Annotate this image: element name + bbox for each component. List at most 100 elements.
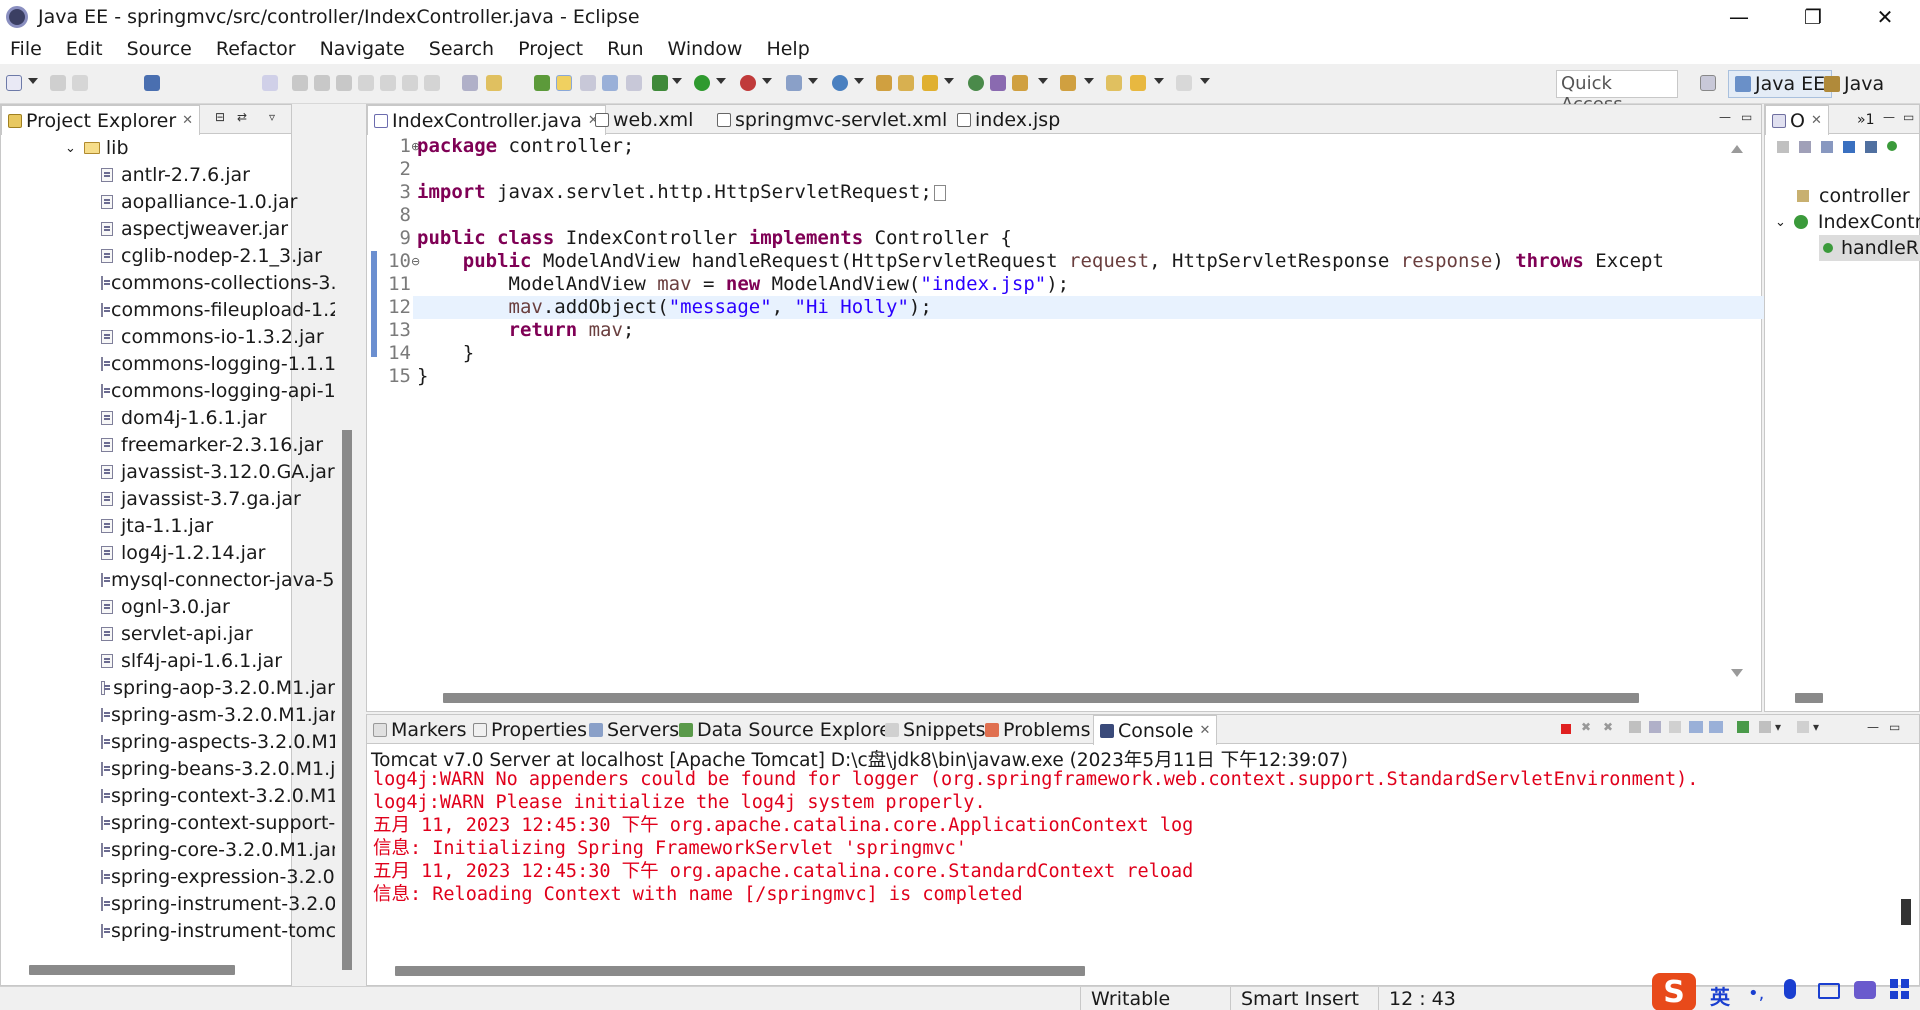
forward-dropdown-icon[interactable] [1200,78,1210,84]
menu-navigate[interactable]: Navigate [308,38,417,60]
show-stderr-icon[interactable] [1709,721,1723,733]
remove-launch-icon[interactable]: ✖ [1581,721,1595,733]
tree-item-jar[interactable]: spring-context-support- [101,810,335,836]
tab-web-xml[interactable]: web.xml [589,105,699,134]
tree-item-jar[interactable]: ognl-3.0.jar [101,594,335,620]
menu-file[interactable]: File [0,38,54,60]
open-console-icon[interactable] [1797,721,1809,733]
chevron-down-icon[interactable]: ⌄ [65,141,76,156]
tree-item-jar[interactable]: commons-collections-3.1 [101,270,335,296]
tree-item-jar[interactable]: commons-logging-1.1.1. [101,351,335,377]
sort-icon[interactable] [1777,141,1789,153]
menu-run[interactable]: Run [595,38,655,60]
tree-item-jar[interactable]: mysql-connector-java-5. [101,567,335,593]
grid-menu-icon[interactable] [1890,979,1910,999]
clear-console-icon[interactable] [1629,721,1641,733]
outline-item-method[interactable]: handleR [1819,235,1920,261]
minimize-editor-icon[interactable]: — [1719,111,1733,123]
tree-item-jar[interactable]: javassist-3.7.ga.jar [101,486,335,512]
server-dropdown-icon[interactable] [808,78,818,84]
toggle-block-icon[interactable] [462,75,478,91]
debug-icon[interactable] [652,75,668,91]
next-annotation-icon[interactable] [534,75,550,91]
menu-source[interactable]: Source [115,38,204,60]
remove-all-icon[interactable]: ✖ [1603,721,1617,733]
open-console-icon[interactable] [144,75,160,91]
code-line-1[interactable]: package controller; [417,135,634,158]
tab-project-explorer[interactable]: Project Explorer ✕ [1,105,201,135]
save-icon[interactable] [50,75,66,91]
project-explorer-hscroll[interactable] [29,965,235,975]
back-dropdown-icon[interactable] [1154,78,1164,84]
terminate-icon[interactable] [1561,724,1571,734]
step-over-icon[interactable] [402,75,418,91]
tree-item-jar[interactable]: spring-aop-3.2.0.M1.jar [101,675,335,701]
menu-window[interactable]: Window [656,38,755,60]
prev-annotation-dropdown-icon[interactable] [1084,78,1094,84]
tab-snippets[interactable]: Snippets [879,715,992,744]
tab-springmvc-servlet-xml[interactable]: springmvc-servlet.xml [711,105,953,134]
back-icon[interactable] [1130,75,1146,91]
microphone-icon[interactable] [1784,979,1796,999]
outline-item-class[interactable]: ⌄ IndexContr [1775,209,1920,235]
globe-icon[interactable] [968,75,984,91]
scroll-lock-icon[interactable] [1649,721,1661,733]
tree-item-jar[interactable]: dom4j-1.6.1.jar [101,405,335,431]
suspend-icon[interactable] [314,75,330,91]
code-line-10[interactable]: public ModelAndView handleRequest(HttpSe… [417,250,1664,273]
hide-nonpublic-icon[interactable] [1843,141,1855,153]
mark-occurrences-icon[interactable] [486,75,502,91]
tree-item-jar[interactable]: aopalliance-1.0.jar [101,189,335,215]
menu-help[interactable]: Help [754,38,821,60]
new-icon[interactable] [6,75,22,91]
new-dropdown-icon[interactable] [28,78,38,84]
terminate-icon[interactable] [336,75,352,91]
maximize-button[interactable]: ❐ [1778,0,1848,34]
display-console-icon[interactable] [1759,721,1771,733]
menu-search[interactable]: Search [417,38,506,60]
scroll-up-icon[interactable] [1731,145,1743,153]
next-edit-icon[interactable] [1012,75,1028,91]
code-line-11[interactable]: ModelAndView mav = new ModelAndView("ind… [417,273,1070,296]
open-type-icon[interactable] [876,75,892,91]
editor-hscroll[interactable] [443,693,1639,703]
skip-breakpoints-icon[interactable] [262,75,278,91]
open-console-dropdown-icon[interactable]: ▾ [1813,721,1827,733]
collapse-all-icon[interactable]: ⊟ [215,111,229,123]
tree-item-jar[interactable]: spring-context-3.2.0.M1. [101,783,335,809]
word-wrap-icon[interactable] [1669,721,1681,733]
minimize-outline-icon[interactable]: — [1883,111,1897,123]
code-line-9[interactable]: public class IndexController implements … [417,227,1012,250]
highlight-icon[interactable] [556,75,572,91]
tree-item-jar[interactable]: commons-logging-api-1 [101,378,335,404]
pilcrow-icon[interactable] [626,75,642,91]
menu-project[interactable]: Project [506,38,595,60]
menu-edit[interactable]: Edit [54,38,115,60]
server-icon[interactable] [786,75,802,91]
folded-block-icon[interactable] [933,184,946,201]
code-line-13[interactable]: return mav; [417,319,635,342]
tree-item-jar[interactable]: cglib-nodep-2.1_3.jar [101,243,335,269]
run-dropdown-icon[interactable] [716,78,726,84]
minimize-button[interactable]: — [1704,0,1774,34]
search-dropdown-icon[interactable] [944,78,954,84]
maximize-outline-icon[interactable]: ▭ [1903,111,1917,123]
code-line-3[interactable]: import javax.servlet.http.HttpServletReq… [417,181,946,204]
block-selection-icon[interactable] [602,75,618,91]
perspective-java[interactable]: Java [1818,70,1890,98]
new-java-class-icon[interactable] [832,75,848,91]
tree-item-jar[interactable]: javassist-3.12.0.GA.jar [101,459,335,485]
hide-fields-icon[interactable] [1799,141,1811,153]
tree-item-jar[interactable]: jta-1.1.jar [101,513,335,539]
project-explorer-vscroll[interactable] [342,430,352,970]
tab-console[interactable]: Console ✕ [1093,715,1218,745]
last-edit-location-icon[interactable] [1106,75,1122,91]
tab-overflow[interactable]: »1 [1851,105,1880,134]
code-line-14[interactable]: } [417,342,474,365]
tab-data-source-explorer[interactable]: Data Source Explorer [673,715,905,744]
annotation-dropdown-icon[interactable] [1038,78,1048,84]
ant-icon[interactable] [990,75,1006,91]
hide-local-types-icon[interactable] [1865,141,1877,153]
close-window-button[interactable]: ✕ [1850,0,1920,34]
open-perspective-icon[interactable] [1700,75,1716,91]
